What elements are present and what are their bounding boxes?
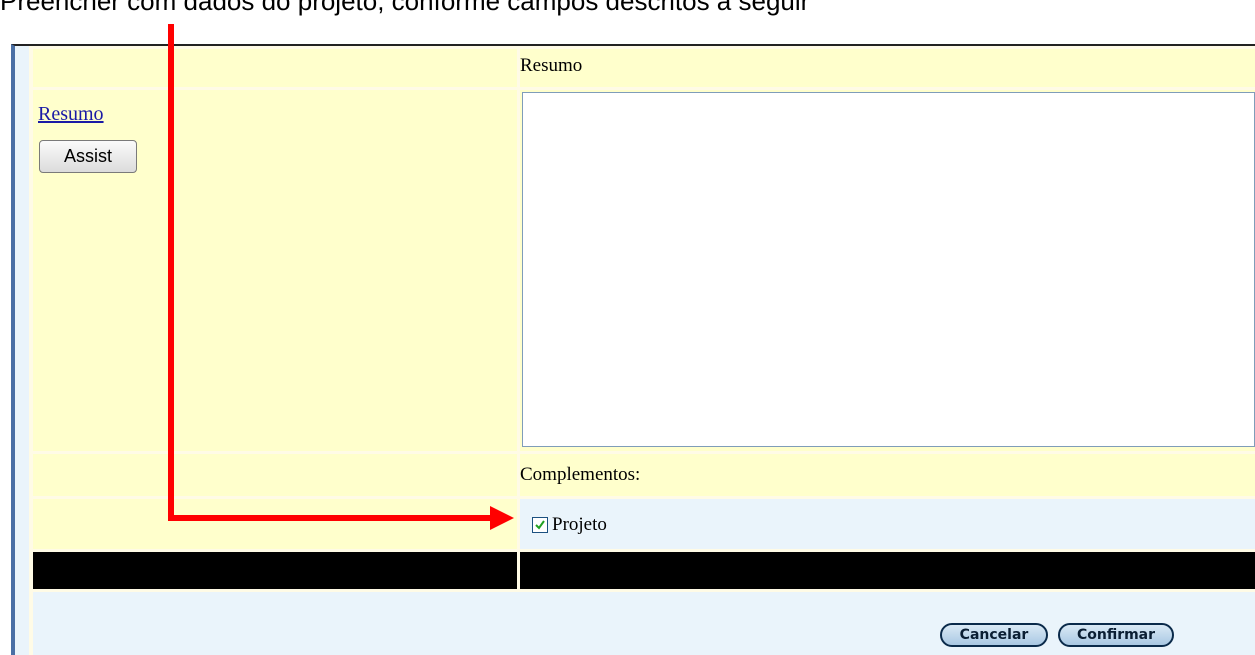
- projeto-checkbox[interactable]: [532, 517, 548, 533]
- resumo-field-link[interactable]: Resumo: [38, 103, 104, 126]
- complementos-value-cell: Complementos:: [520, 454, 1255, 496]
- projeto-checkbox-group[interactable]: Projeto: [532, 514, 607, 536]
- footer-bar-right: [520, 552, 1255, 589]
- footer-bar-left: [33, 552, 517, 589]
- complementos-label: Complementos:: [520, 464, 641, 485]
- header-value-cell: Resumo: [520, 49, 1255, 87]
- complementos-label-cell: [33, 454, 517, 496]
- section-header-resumo: Resumo: [520, 55, 583, 76]
- assist-button[interactable]: Assist: [39, 140, 137, 173]
- projeto-value-cell: [520, 499, 1255, 549]
- cancel-button[interactable]: Cancelar: [940, 623, 1048, 647]
- check-icon: [535, 520, 545, 530]
- resumo-textarea[interactable]: [522, 92, 1255, 447]
- projeto-label: Projeto: [552, 514, 607, 535]
- instruction-caption: Preencher com dados do projeto, conforme…: [0, 0, 810, 16]
- header-label-cell: [33, 49, 517, 87]
- projeto-label-cell: [33, 499, 517, 549]
- confirm-button[interactable]: Confirmar: [1058, 623, 1174, 647]
- frame-left-accent: [15, 46, 29, 655]
